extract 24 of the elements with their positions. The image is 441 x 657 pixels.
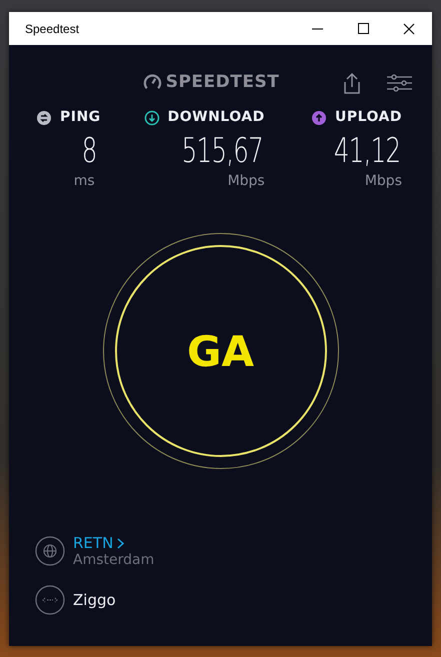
globe-icon <box>35 536 65 566</box>
window-title: Speedtest <box>24 20 80 38</box>
isp-name: Ziggo <box>73 590 116 611</box>
metric-label: PING <box>60 108 101 127</box>
go-button[interactable]: GA <box>102 233 338 469</box>
share-button[interactable] <box>343 70 361 94</box>
server-link[interactable]: RETN <box>73 534 154 552</box>
metric-value: 41,12 <box>334 134 400 168</box>
sliders-icon <box>387 74 412 92</box>
close-icon <box>403 22 415 34</box>
minimize-icon <box>312 28 322 30</box>
metric-unit: ms <box>74 172 95 191</box>
metric-value: 515,67 <box>181 134 263 168</box>
share-icon <box>343 72 361 94</box>
metric-unit: Mbps <box>364 172 402 191</box>
connection-icon <box>35 584 65 615</box>
maximize-icon <box>358 23 368 34</box>
metric-value: 8 <box>82 134 97 168</box>
chevron-icon <box>117 538 124 548</box>
server-location: Amsterdam <box>73 552 154 569</box>
metric-label: DOWNLOAD <box>168 108 265 127</box>
metric-unit: Mbps <box>228 172 265 191</box>
metric-label: UPLOAD <box>334 108 402 127</box>
speedtest-logo: SPEEDTEST <box>166 70 280 94</box>
